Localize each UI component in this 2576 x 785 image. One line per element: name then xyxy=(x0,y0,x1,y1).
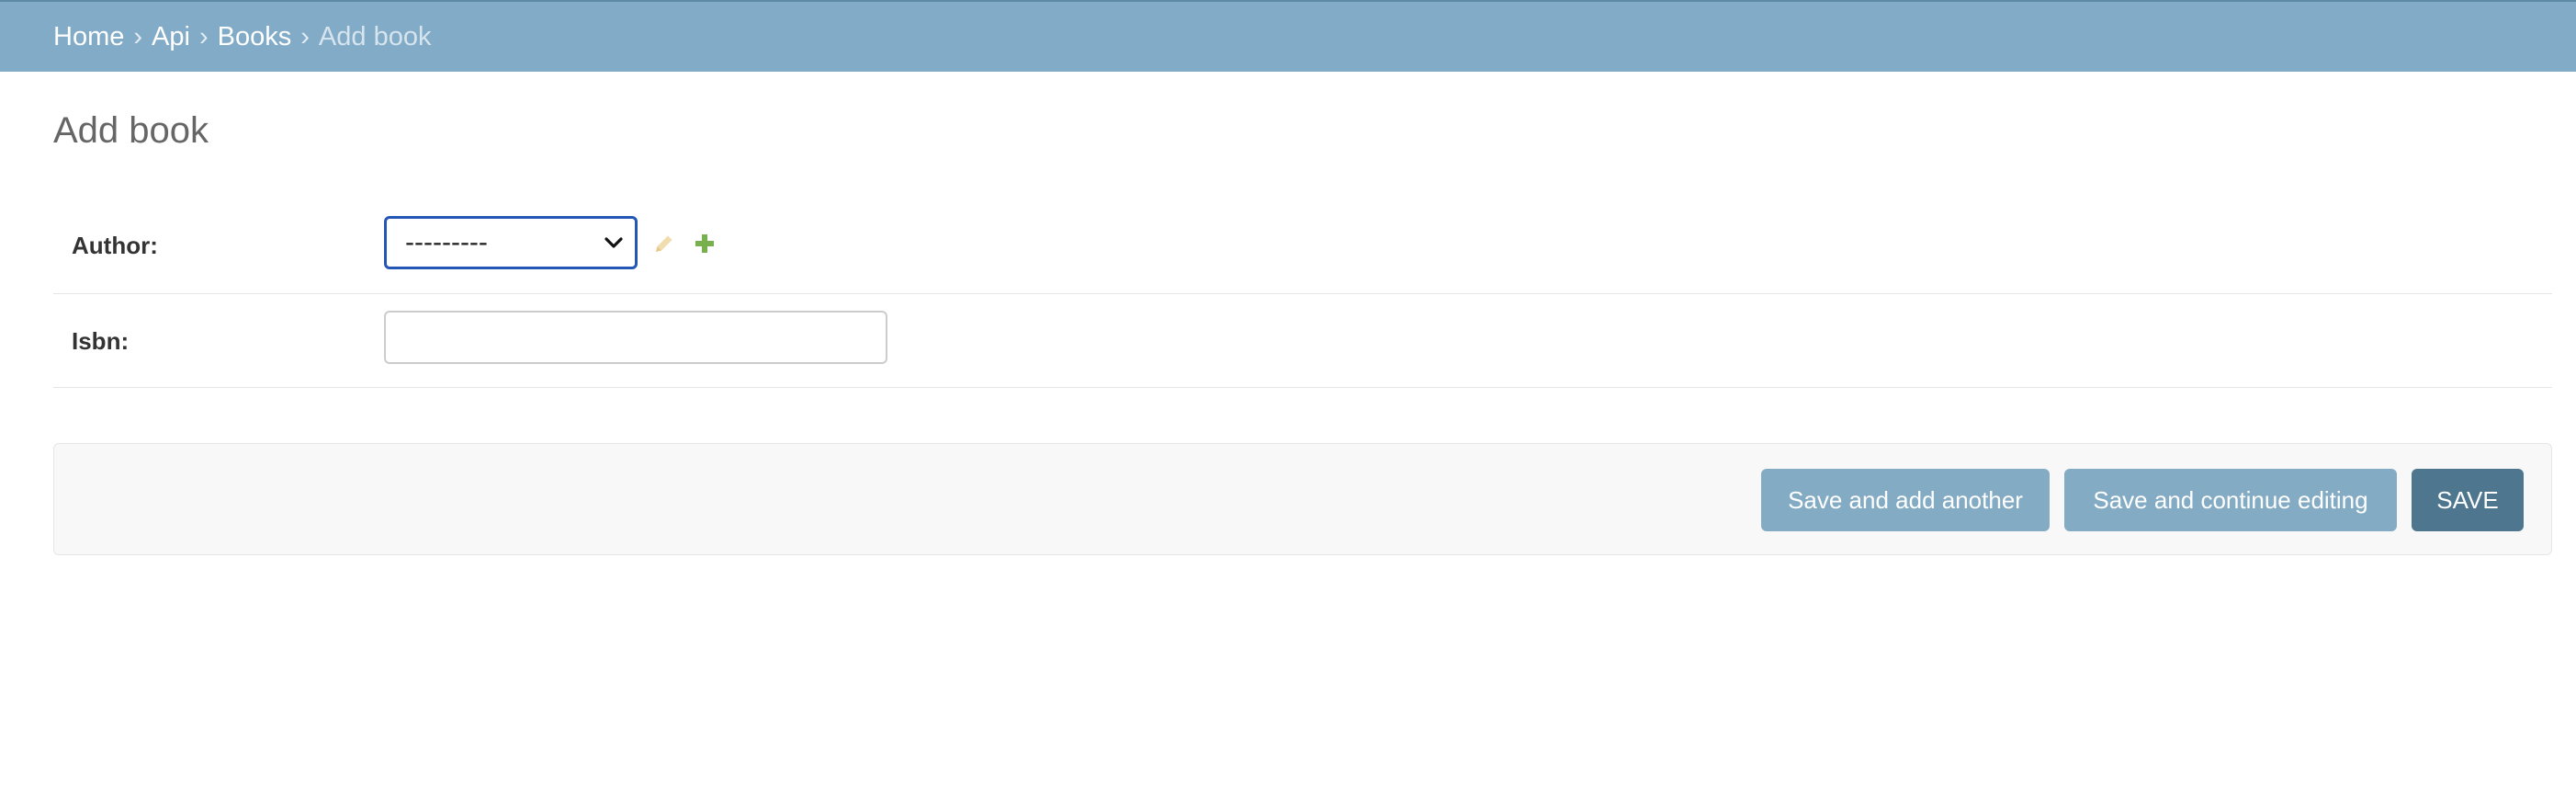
breadcrumb-separator: › xyxy=(300,21,310,51)
save-and-continue-button[interactable]: Save and continue editing xyxy=(2064,469,2397,531)
author-select[interactable]: --------- xyxy=(384,216,638,269)
breadcrumb-home-link[interactable]: Home xyxy=(53,22,124,52)
author-label: Author: xyxy=(72,232,158,259)
breadcrumb-separator: › xyxy=(198,21,209,51)
save-and-add-another-button[interactable]: Save and add another xyxy=(1761,469,2050,531)
author-selected-value: --------- xyxy=(405,227,488,257)
page-title: Add book xyxy=(53,110,209,151)
breadcrumb-api-link[interactable]: Api xyxy=(152,22,190,52)
breadcrumb-separator: › xyxy=(133,21,143,51)
isbn-form-row: Isbn: xyxy=(53,294,2552,388)
author-form-row: Author: --------- xyxy=(53,199,2552,294)
pencil-icon xyxy=(652,232,676,256)
chevron-down-icon xyxy=(604,233,624,253)
breadcrumb-current: Add book xyxy=(318,21,432,51)
save-button[interactable]: SAVE xyxy=(2412,469,2524,531)
isbn-input[interactable] xyxy=(384,311,887,364)
plus-icon[interactable] xyxy=(693,232,717,256)
isbn-label: Isbn: xyxy=(72,327,130,355)
breadcrumb-books-link[interactable]: Books xyxy=(218,22,292,52)
breadcrumb: Home › Api › Books › Add book xyxy=(0,0,2576,72)
submit-row: Save and add another Save and continue e… xyxy=(53,443,2552,555)
